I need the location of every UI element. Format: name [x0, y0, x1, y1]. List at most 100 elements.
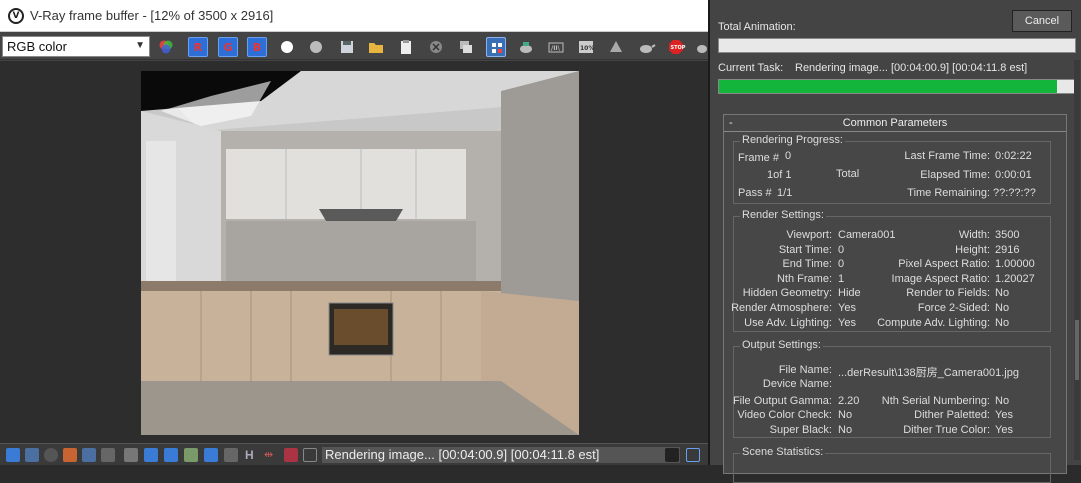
- current-task-progress: [718, 79, 1076, 94]
- nth-serial-value: No: [995, 395, 1010, 407]
- history-icon[interactable]: H: [245, 448, 259, 462]
- teapot-region-icon[interactable]: [516, 37, 536, 57]
- hsl-icon[interactable]: [82, 448, 96, 462]
- vfb-window-title: V-Ray frame buffer - [12% of 3500 x 2916…: [30, 8, 274, 23]
- stop-icon[interactable]: STOP: [666, 37, 686, 57]
- settings-icon[interactable]: [25, 448, 39, 462]
- red-channel-button[interactable]: R: [188, 37, 208, 57]
- vfb-status-text: Rendering image... [00:04:00.9] [00:04:1…: [322, 447, 680, 463]
- ocio-icon[interactable]: [224, 448, 238, 462]
- common-parameters-header[interactable]: - Common Parameters: [724, 115, 1066, 132]
- channel-select[interactable]: RGB color ▼: [2, 36, 150, 57]
- vfb-status-bar: H ⇹ Rendering image... [00:04:00.9] [00:…: [0, 443, 708, 465]
- compare-icon[interactable]: ⇹: [264, 448, 278, 462]
- render-setting-label: Use Adv. Lighting:: [744, 316, 832, 329]
- common-parameters-panel: - Common Parameters Rendering Progress: …: [723, 114, 1067, 483]
- frame-value: 0: [785, 150, 792, 162]
- current-task-value: Rendering image... [00:04:00.9] [00:04:1…: [795, 62, 1028, 74]
- white-circle-icon[interactable]: [277, 37, 297, 57]
- video-color-value: No: [838, 409, 853, 421]
- vfb-window: V V-Ray frame buffer - [12% of 3500 x 29…: [0, 0, 708, 465]
- render-setting-label: Render Atmosphere:: [731, 302, 832, 314]
- histogram-toggle-icon[interactable]: [124, 448, 138, 462]
- save-icon[interactable]: [337, 37, 357, 57]
- total-animation-label: Total Animation:: [718, 21, 796, 33]
- render-setting-label: Force 2-Sided:: [917, 302, 990, 314]
- render-setting-value: Hide: [838, 287, 861, 300]
- open-folder-icon[interactable]: [366, 37, 386, 57]
- render-setting-value: Camera001: [838, 229, 896, 241]
- of-frames: 1of 1: [767, 169, 792, 181]
- white-balance-icon[interactable]: [184, 448, 198, 462]
- total-label: Total: [836, 168, 860, 180]
- duplicate-window-icon[interactable]: [456, 37, 476, 57]
- histogram-icon[interactable]: /II\: [546, 37, 566, 57]
- channel-select-value: RGB color: [7, 39, 67, 54]
- svg-text:STOP: STOP: [671, 45, 686, 51]
- current-task-label: Current Task:: [718, 62, 784, 74]
- panel-toggle-icon[interactable]: [686, 448, 700, 462]
- display-icon[interactable]: [6, 448, 20, 462]
- render-setting-label: Height:: [955, 243, 990, 256]
- info-icon[interactable]: [44, 448, 58, 462]
- time-remaining-label: Time Remaining:: [907, 187, 990, 199]
- render-setting-value: No: [995, 302, 1010, 314]
- cancel-button[interactable]: Cancel: [1012, 10, 1072, 32]
- blue-channel-button[interactable]: B: [247, 37, 267, 57]
- frame-label: Frame #: [738, 152, 779, 164]
- render-setting-label: Nth Frame:: [776, 272, 832, 285]
- clear-icon[interactable]: [426, 37, 446, 57]
- teapot-render-icon[interactable]: [636, 37, 656, 57]
- render-setting-label: Pixel Aspect Ratio:: [898, 258, 990, 271]
- levels-icon[interactable]: [63, 448, 77, 462]
- track-mouse-icon[interactable]: [486, 37, 506, 57]
- rendering-progress-group: Rendering Progress: Frame # 0 1of 1 Tota…: [733, 134, 1051, 204]
- curve-icon[interactable]: [101, 448, 115, 462]
- common-parameters-title: Common Parameters: [842, 117, 948, 129]
- vfb-image-view[interactable]: [0, 61, 708, 443]
- collapse-icon[interactable]: -: [729, 115, 733, 131]
- time-remaining-value: ??:??:??: [993, 187, 1036, 199]
- dialog-scrollbar[interactable]: [1074, 60, 1080, 460]
- output-settings-title: Output Settings:: [740, 339, 823, 351]
- render-setting-value: 3500: [995, 229, 1020, 241]
- render-setting-value: No: [995, 316, 1010, 329]
- render-setting-value: 1.00000: [995, 258, 1035, 271]
- render-setting-value: Yes: [838, 302, 856, 314]
- render-setting-label: Compute Adv. Lighting:: [877, 316, 990, 329]
- color-wheel-icon[interactable]: [156, 37, 176, 57]
- alpha-circle-icon[interactable]: [306, 37, 326, 57]
- render-setting-label: Render to Fields:: [906, 287, 990, 300]
- svg-text:10%: 10%: [580, 45, 594, 52]
- pass-value: 1/1: [777, 187, 793, 199]
- nth-serial-label: Nth Serial Numbering:: [881, 395, 990, 407]
- region-render-icon[interactable]: [303, 448, 317, 462]
- render-mask-icon[interactable]: [606, 37, 626, 57]
- last-frame-time-label: Last Frame Time:: [904, 150, 990, 162]
- exposure-icon[interactable]: [164, 448, 178, 462]
- flag-icon[interactable]: [284, 448, 298, 462]
- lens-effects-icon[interactable]: [144, 448, 158, 462]
- dither-true-color-label: Dither True Color:: [903, 424, 990, 436]
- clipboard-icon[interactable]: [396, 37, 416, 57]
- video-color-label: Video Color Check:: [737, 409, 832, 421]
- render-setting-value: 1: [838, 272, 845, 285]
- pass-label: Pass #: [738, 187, 772, 199]
- render-setting-label: Start Time:: [778, 243, 832, 256]
- chevron-down-icon: ▼: [135, 40, 145, 51]
- dither-paletted-value: Yes: [995, 409, 1013, 421]
- green-channel-button[interactable]: G: [218, 37, 238, 57]
- render-setting-label: Width:: [958, 229, 990, 241]
- render-setting-label: End Time:: [782, 258, 832, 271]
- render-setting-value: No: [995, 287, 1010, 300]
- render-setting-value: Yes: [838, 316, 856, 329]
- current-task-progress-fill: [719, 80, 1058, 93]
- render-progress-dialog: Total Animation: Cancel Current Task: Re…: [708, 0, 1081, 483]
- device-name-label: Device Name:: [762, 378, 832, 390]
- zoom-percent-icon[interactable]: 10%: [576, 37, 596, 57]
- elapsed-time-label: Elapsed Time:: [920, 169, 990, 181]
- lut-icon[interactable]: [204, 448, 218, 462]
- dither-paletted-label: Dither Paletted:: [914, 409, 990, 421]
- scene-statistics-group: Scene Statistics:: [733, 446, 1051, 483]
- file-name-label: File Name:: [778, 364, 832, 376]
